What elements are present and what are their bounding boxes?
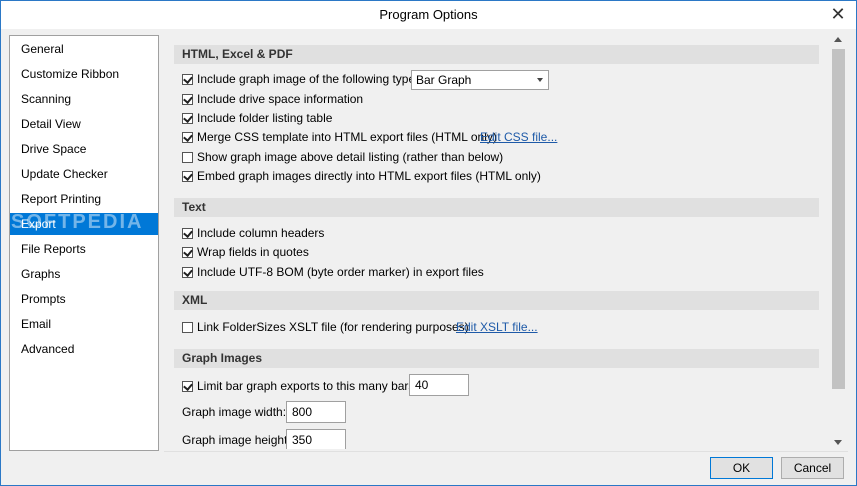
nav-item-report-printing[interactable]: Report Printing <box>10 188 158 210</box>
bar-limit-input[interactable]: 40 <box>409 374 469 396</box>
folder-table-checkbox[interactable] <box>182 113 193 124</box>
nav-item-customize-ribbon[interactable]: Customize Ribbon <box>10 63 158 85</box>
export-options-panel: HTML, Excel & PDF Include graph image of… <box>164 35 830 449</box>
nav-item-scanning[interactable]: Scanning <box>10 88 158 110</box>
graph-width-label: Graph image width: <box>182 405 287 419</box>
nav-item-file-reports[interactable]: File Reports <box>10 238 158 260</box>
graph-image-option[interactable]: Include graph image of the following typ… <box>182 70 418 88</box>
limit-bars-label: Limit bar graph exports to this many bar… <box>197 379 418 393</box>
section-text-header: Text <box>174 198 819 217</box>
cancel-button[interactable]: Cancel <box>781 457 844 479</box>
graph-width-input[interactable]: 800 <box>286 401 346 423</box>
nav-item-detail-view[interactable]: Detail View <box>10 113 158 135</box>
graph-type-value: Bar Graph <box>416 73 472 87</box>
graph-height-input[interactable]: 350 <box>286 429 346 449</box>
column-headers-checkbox[interactable] <box>182 228 193 239</box>
link-xslt-checkbox[interactable] <box>182 322 193 333</box>
limit-bars-checkbox[interactable] <box>182 381 193 392</box>
footer-divider <box>164 451 848 452</box>
nav-item-email[interactable]: Email <box>10 313 158 335</box>
folder-table-label: Include folder listing table <box>197 111 333 125</box>
utf8-bom-option[interactable]: Include UTF-8 BOM (byte order marker) in… <box>182 263 484 281</box>
scroll-thumb[interactable] <box>832 49 845 389</box>
section-graph-images-header: Graph Images <box>174 349 819 368</box>
column-headers-label: Include column headers <box>197 226 325 240</box>
column-headers-option[interactable]: Include column headers <box>182 224 324 242</box>
vertical-scrollbar[interactable] <box>830 35 847 449</box>
program-options-window: Program Options ✕ General Customize Ribb… <box>0 0 857 486</box>
edit-css-link[interactable]: Edit CSS file... <box>480 128 557 146</box>
folder-table-option[interactable]: Include folder listing table <box>182 109 332 127</box>
window-title: Program Options <box>379 7 478 22</box>
graph-above-label: Show graph image above detail listing (r… <box>197 150 504 164</box>
graph-above-option[interactable]: Show graph image above detail listing (r… <box>182 148 503 166</box>
section-xml-header: XML <box>174 291 819 310</box>
embed-graph-checkbox[interactable] <box>182 171 193 182</box>
chevron-down-icon <box>537 78 543 82</box>
nav-item-graphs[interactable]: Graphs <box>10 263 158 285</box>
embed-graph-option[interactable]: Embed graph images directly into HTML ex… <box>182 167 541 185</box>
limit-bars-option[interactable]: Limit bar graph exports to this many bar… <box>182 377 418 395</box>
graph-height-label: Graph image height: <box>182 433 291 447</box>
graph-type-select[interactable]: Bar Graph <box>411 70 549 90</box>
scroll-down-icon[interactable] <box>834 440 842 445</box>
drive-space-label: Include drive space information <box>197 92 364 106</box>
title-bar: Program Options ✕ <box>1 1 856 29</box>
utf8-bom-label: Include UTF-8 BOM (byte order marker) in… <box>197 265 484 279</box>
close-icon[interactable]: ✕ <box>828 4 848 24</box>
drive-space-checkbox[interactable] <box>182 94 193 105</box>
wrap-quotes-label: Wrap fields in quotes <box>197 245 309 259</box>
link-xslt-option[interactable]: Link FolderSizes XSLT file (for renderin… <box>182 318 469 336</box>
merge-css-option[interactable]: Merge CSS template into HTML export file… <box>182 128 497 146</box>
merge-css-checkbox[interactable] <box>182 132 193 143</box>
drive-space-option[interactable]: Include drive space information <box>182 90 363 108</box>
graph-above-checkbox[interactable] <box>182 152 193 163</box>
graph-image-checkbox[interactable] <box>182 74 193 85</box>
utf8-bom-checkbox[interactable] <box>182 267 193 278</box>
graph-image-label: Include graph image of the following typ… <box>197 72 419 86</box>
link-xslt-label: Link FolderSizes XSLT file (for renderin… <box>197 320 469 334</box>
scroll-up-icon[interactable] <box>834 37 842 42</box>
merge-css-label: Merge CSS template into HTML export file… <box>197 130 497 144</box>
options-nav-list: General Customize Ribbon Scanning Detail… <box>9 35 159 451</box>
nav-item-general[interactable]: General <box>10 38 158 60</box>
ok-button[interactable]: OK <box>710 457 773 479</box>
nav-item-update-checker[interactable]: Update Checker <box>10 163 158 185</box>
wrap-quotes-checkbox[interactable] <box>182 247 193 258</box>
nav-item-export[interactable]: Export <box>10 213 158 235</box>
edit-xslt-link[interactable]: Edit XSLT file... <box>456 318 538 336</box>
nav-item-advanced[interactable]: Advanced <box>10 338 158 360</box>
nav-item-drive-space[interactable]: Drive Space <box>10 138 158 160</box>
section-html-header: HTML, Excel & PDF <box>174 45 819 64</box>
wrap-quotes-option[interactable]: Wrap fields in quotes <box>182 243 309 261</box>
embed-graph-label: Embed graph images directly into HTML ex… <box>197 169 541 183</box>
nav-item-prompts[interactable]: Prompts <box>10 288 158 310</box>
